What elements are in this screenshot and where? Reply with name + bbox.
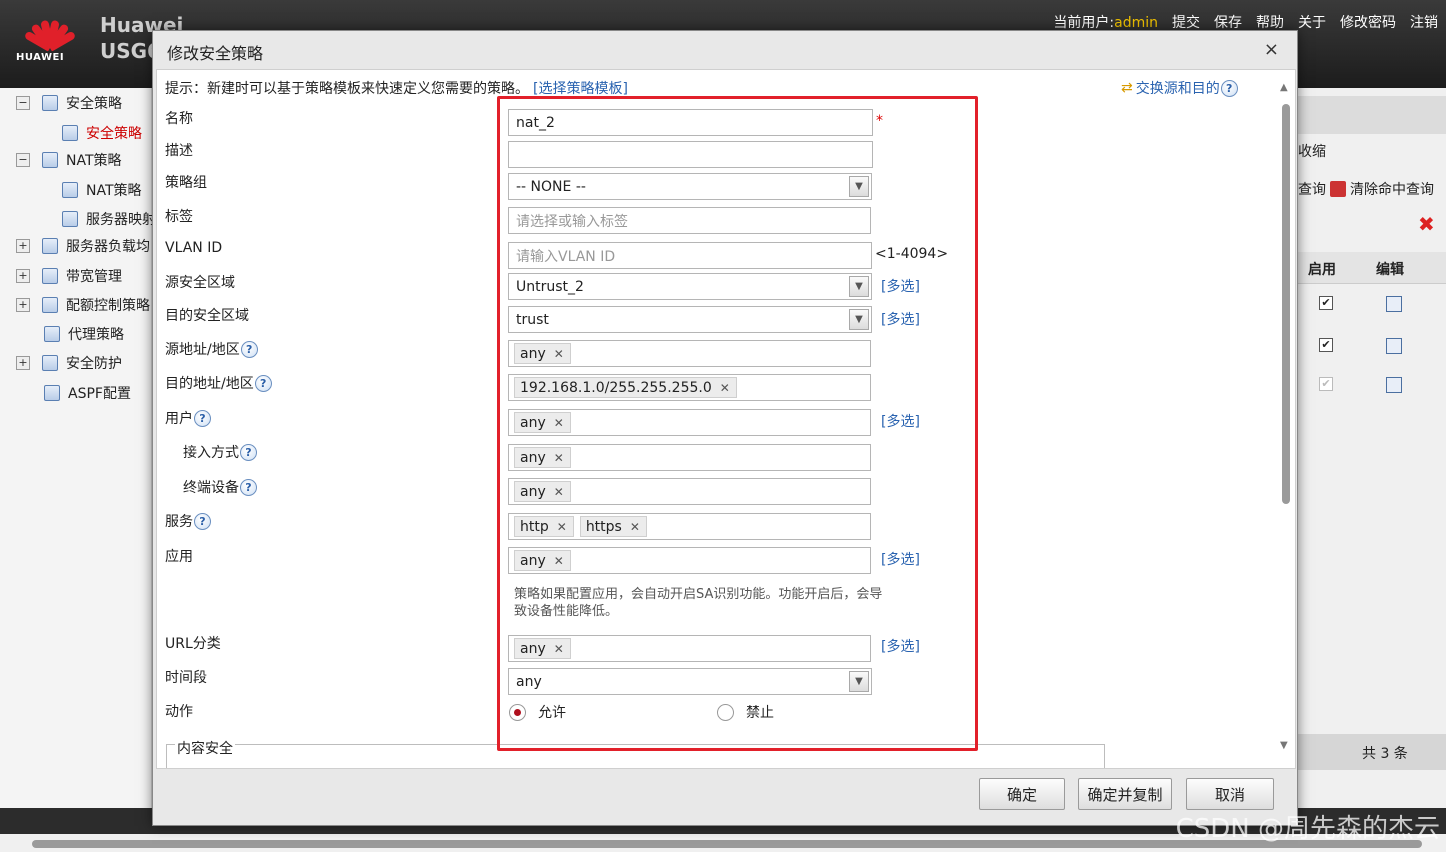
application-label: 应用: [165, 549, 193, 565]
server-icon: [42, 238, 58, 254]
table-header: 启用 编辑: [1296, 252, 1446, 284]
sidebar-item-aspf[interactable]: ASPF配置: [44, 383, 131, 403]
help-icon[interactable]: ?: [194, 409, 211, 427]
swap-src-dst-link[interactable]: ⇄ 交换源和目的 ?: [1121, 78, 1238, 98]
about-link[interactable]: 关于: [1298, 12, 1326, 32]
action-label: 动作: [165, 704, 193, 720]
shield-icon: [42, 355, 58, 371]
vlan-id-label: VLAN ID: [165, 240, 223, 256]
cancel-button[interactable]: 取消: [1186, 778, 1274, 810]
enable-checkbox: ✔: [1319, 377, 1333, 391]
aspf-icon: [44, 385, 60, 401]
time-range-label: 时间段: [165, 670, 207, 686]
src-addr-label: 源地址/地区?: [165, 339, 258, 359]
template-tip: 提示：新建时可以基于策略模板来快速定义您需要的策略。 [选择策略模板]: [165, 78, 628, 98]
swap-icon: ⇄: [1121, 80, 1133, 96]
expand-toggle[interactable]: +: [16, 298, 30, 312]
highlight-box: [497, 96, 978, 751]
dialog-title: 修改安全策略: [167, 44, 264, 63]
tag-label: 标签: [165, 209, 193, 225]
policy-list-panel: 收缩 查询 清除命中查询 ✖ 启用 编辑 ✔ ✔ ✔ 共 3 条: [1296, 88, 1446, 808]
logout-link[interactable]: 注销: [1410, 12, 1438, 32]
query-link[interactable]: 查询: [1298, 179, 1326, 199]
terminal-label: 终端设备?: [183, 477, 257, 497]
content-security-legend: 内容安全: [175, 738, 235, 758]
quota-icon: [42, 297, 58, 313]
expand-toggle[interactable]: +: [16, 269, 30, 283]
sidebar-item-quota[interactable]: + 配额控制策略: [16, 295, 150, 315]
collapse-toggle[interactable]: −: [16, 96, 30, 110]
top-links: 当前用户:admin 提交 保存 帮助 关于 修改密码 注销: [1053, 12, 1438, 32]
help-icon[interactable]: ?: [240, 443, 257, 461]
collapse-toggle[interactable]: −: [16, 153, 30, 167]
src-zone-label: 源安全区域: [165, 275, 235, 291]
help-link[interactable]: 帮助: [1256, 12, 1284, 32]
current-user[interactable]: admin: [1114, 15, 1158, 31]
scroll-down-icon[interactable]: ▼: [1280, 740, 1288, 751]
sidebar-item-security-policy-group[interactable]: − 安全策略: [16, 93, 122, 113]
bandwidth-icon: [42, 268, 58, 284]
expand-toggle[interactable]: +: [16, 356, 30, 370]
expand-toggle[interactable]: +: [16, 239, 30, 253]
sidebar-item-nat-policy[interactable]: NAT策略: [62, 180, 142, 200]
scroll-thumb[interactable]: [1282, 104, 1290, 504]
enable-checkbox[interactable]: ✔: [1319, 296, 1333, 310]
col-edit: 编辑: [1376, 262, 1404, 278]
sidebar-item-proxy[interactable]: 代理策略: [44, 324, 124, 344]
sidebar: − 安全策略 安全策略 − NAT策略 NAT策略 服务器映射 + 服务器负载均 + 带…: [0, 88, 156, 808]
save-link[interactable]: 保存: [1214, 12, 1242, 32]
policy-icon: [62, 125, 78, 141]
nat-icon: [62, 182, 78, 198]
ok-button[interactable]: 确定: [979, 778, 1065, 810]
service-label: 服务?: [165, 511, 211, 531]
sidebar-item-bandwidth[interactable]: + 带宽管理: [16, 266, 122, 286]
nat-icon: [42, 152, 58, 168]
dialog-form: 提示：新建时可以基于策略模板来快速定义您需要的策略。 [选择策略模板] ⇄ 交换…: [156, 69, 1296, 769]
ok-and-copy-button[interactable]: 确定并复制: [1078, 778, 1172, 810]
dst-zone-label: 目的安全区域: [165, 308, 249, 324]
dst-addr-label: 目的地址/地区?: [165, 373, 272, 393]
sidebar-item-security-policy[interactable]: 安全策略: [62, 123, 142, 143]
collapse-link[interactable]: 收缩: [1298, 141, 1326, 161]
sidebar-item-nat-group[interactable]: − NAT策略: [16, 150, 122, 170]
clear-hit-query-button[interactable]: 清除命中查询: [1330, 179, 1434, 199]
help-icon[interactable]: ?: [240, 340, 258, 358]
scroll-up-icon[interactable]: ▲: [1280, 82, 1288, 93]
help-icon[interactable]: ?: [1220, 79, 1238, 97]
close-icon[interactable]: ×: [1264, 39, 1279, 60]
watermark: CSDN @周先森的杰云: [1175, 814, 1440, 844]
panel-header: [1296, 96, 1446, 134]
huawei-logo: HUAWEI: [14, 8, 84, 68]
user-label: 用户?: [165, 408, 211, 428]
edit-icon[interactable]: [1386, 377, 1402, 393]
edit-security-policy-dialog: 修改安全策略 × 提示：新建时可以基于策略模板来快速定义您需要的策略。 [选择策…: [152, 30, 1298, 826]
edit-icon[interactable]: [1386, 338, 1402, 354]
proxy-icon: [44, 326, 60, 342]
delete-icon[interactable]: ✖: [1418, 212, 1435, 236]
edit-icon[interactable]: [1386, 296, 1402, 312]
help-icon[interactable]: ?: [254, 374, 272, 392]
col-enable: 启用: [1308, 262, 1336, 278]
enable-checkbox[interactable]: ✔: [1319, 338, 1333, 352]
broom-icon: [1330, 181, 1346, 197]
vertical-scrollbar[interactable]: ▲ ▼: [1277, 70, 1295, 768]
nat-icon: [62, 211, 78, 227]
help-icon[interactable]: ?: [240, 478, 257, 496]
policy-group-label: 策略组: [165, 175, 207, 191]
sidebar-item-server-load-balance[interactable]: + 服务器负载均: [16, 236, 150, 256]
sidebar-item-server-mapping[interactable]: 服务器映射: [62, 209, 156, 229]
sidebar-item-security-protection[interactable]: + 安全防护: [16, 353, 122, 373]
policy-icon: [42, 95, 58, 111]
record-count: 共 3 条: [1362, 746, 1408, 762]
change-password-link[interactable]: 修改密码: [1340, 12, 1396, 32]
description-label: 描述: [165, 143, 193, 159]
help-icon[interactable]: ?: [194, 512, 211, 530]
table-footer: 共 3 条: [1296, 734, 1446, 770]
name-label: 名称: [165, 111, 193, 127]
select-template-link[interactable]: [选择策略模板]: [533, 78, 628, 98]
commit-link[interactable]: 提交: [1172, 12, 1200, 32]
current-user-label: 当前用户:: [1053, 15, 1115, 31]
url-category-label: URL分类: [165, 636, 221, 652]
access-mode-label: 接入方式?: [183, 442, 257, 462]
